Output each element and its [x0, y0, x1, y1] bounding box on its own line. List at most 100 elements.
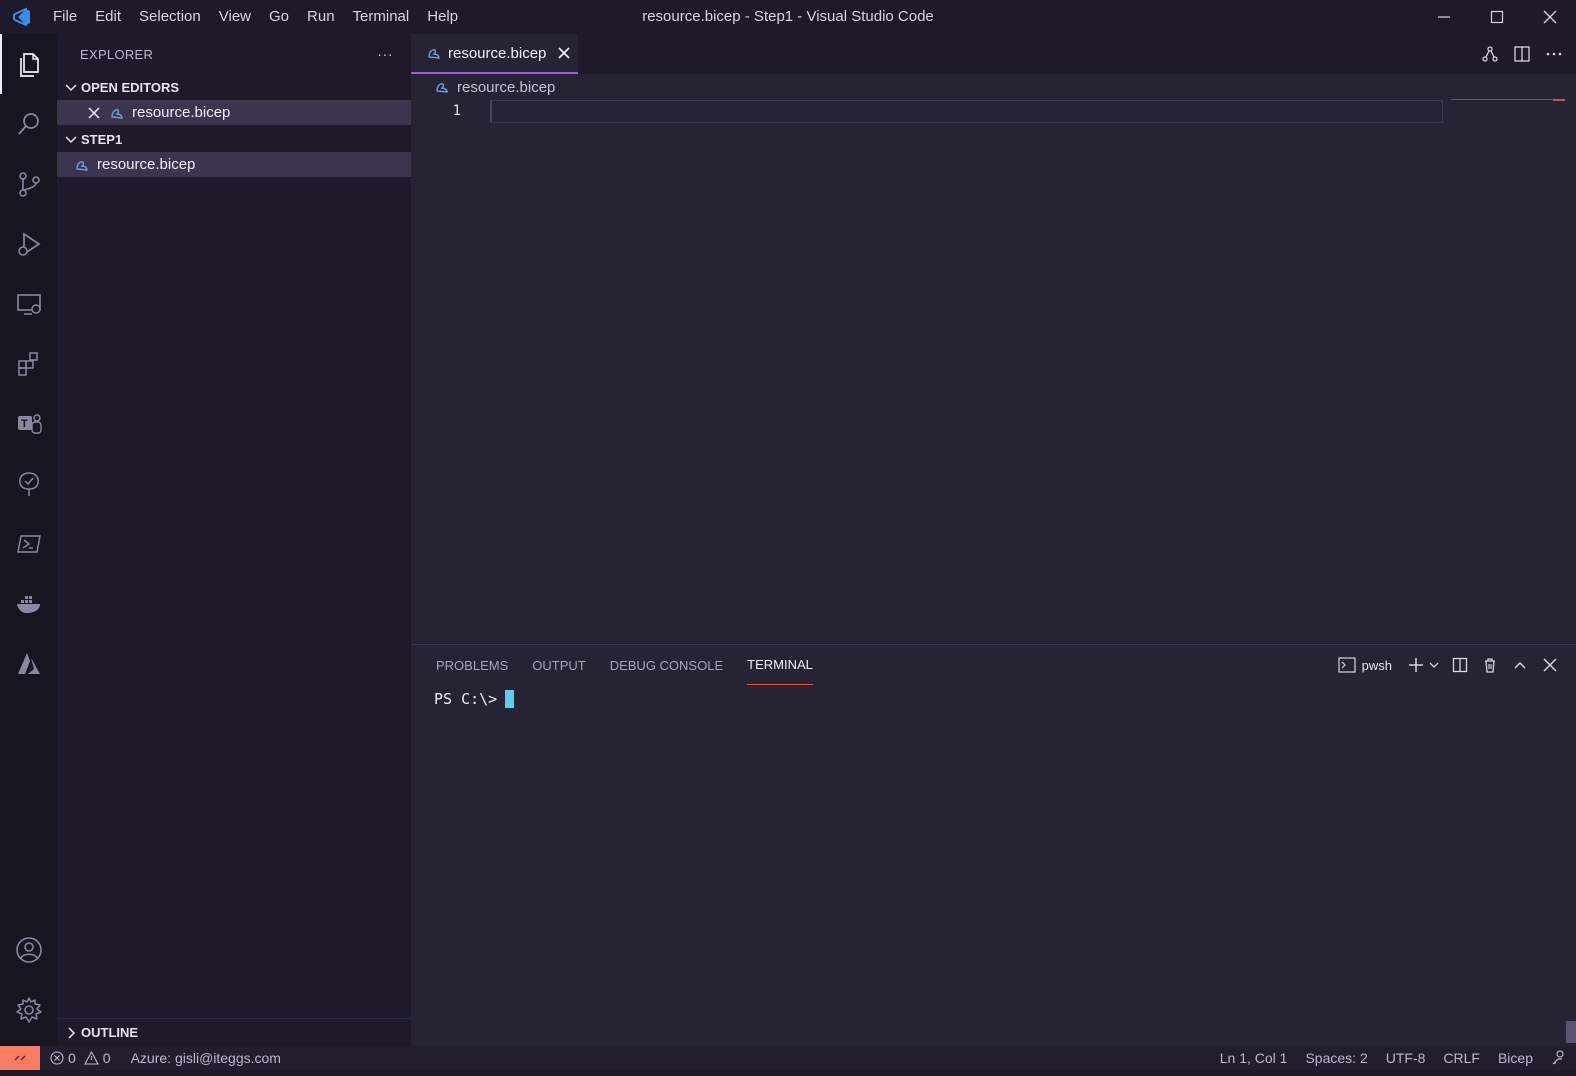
menu-help[interactable]: Help: [418, 0, 467, 34]
bicep-visualizer-icon[interactable]: [0, 454, 57, 514]
tab-debug-console[interactable]: DEBUG CONSOLE: [610, 645, 723, 685]
remote-indicator-button[interactable]: [0, 1046, 40, 1070]
docker-icon[interactable]: [0, 574, 57, 634]
warning-count: 0: [102, 1050, 111, 1066]
editor-tab[interactable]: resource.bicep: [411, 34, 578, 74]
warning-icon: [83, 1051, 99, 1065]
breadcrumb[interactable]: resource.bicep: [411, 74, 1576, 100]
menu-selection[interactable]: Selection: [130, 0, 210, 34]
new-terminal-icon[interactable]: [1406, 655, 1426, 675]
tab-terminal[interactable]: TERMINAL: [747, 645, 813, 685]
explorer-sidebar: EXPLORER ··· OPEN EDITORS resource.bicep…: [57, 34, 411, 1046]
status-left: 0 0 Azure: gisli@iteggs.com: [40, 1046, 281, 1070]
terminal-selector[interactable]: pwsh: [1338, 657, 1392, 673]
folder-section-step1[interactable]: STEP1: [57, 126, 411, 152]
eol-status[interactable]: CRLF: [1434, 1050, 1489, 1066]
bicep-file-icon: [436, 83, 448, 93]
tab-problems[interactable]: PROBLEMS: [436, 645, 508, 685]
file-item[interactable]: resource.bicep: [57, 152, 411, 177]
error-count: 0: [68, 1050, 76, 1066]
problems-status[interactable]: 0 0: [50, 1050, 111, 1066]
menu-run[interactable]: Run: [298, 0, 344, 34]
outline-section[interactable]: OUTLINE: [57, 1018, 411, 1046]
azure-icon[interactable]: [0, 634, 57, 694]
error-icon: [50, 1051, 64, 1065]
vscode-logo-icon: [0, 0, 44, 34]
terminal-cursor: [505, 690, 515, 708]
explorer-header: EXPLORER ···: [57, 34, 411, 74]
close-window-button[interactable]: [1523, 0, 1576, 34]
open-editor-item[interactable]: resource.bicep: [57, 100, 411, 125]
bicep-file-icon: [76, 160, 88, 171]
chevron-down-icon: [65, 136, 77, 144]
svg-text:T: T: [21, 418, 28, 430]
open-editors-section[interactable]: OPEN EDITORS: [57, 74, 411, 100]
language-mode-status[interactable]: Bicep: [1489, 1050, 1542, 1066]
menu-terminal[interactable]: Terminal: [344, 0, 419, 34]
file-label: resource.bicep: [97, 156, 196, 173]
panel-actions: pwsh: [1338, 645, 1560, 685]
terminal-output[interactable]: PS C:\>: [411, 685, 1576, 708]
current-line-highlight[interactable]: [490, 100, 1443, 123]
encoding-status[interactable]: UTF-8: [1377, 1050, 1435, 1066]
extensions-icon[interactable]: [0, 334, 57, 394]
more-actions-icon[interactable]: ···: [377, 46, 393, 63]
more-actions-icon[interactable]: [1544, 44, 1564, 64]
menu-edit[interactable]: Edit: [86, 0, 130, 34]
teams-toolkit-icon[interactable]: T: [0, 394, 57, 454]
run-debug-icon[interactable]: [0, 214, 57, 274]
visualizer-icon[interactable]: [1480, 44, 1500, 64]
feedback-icon[interactable]: [1542, 1049, 1576, 1068]
window-controls: [1417, 0, 1576, 34]
chevron-down-icon[interactable]: [1428, 655, 1440, 675]
minimap[interactable]: [1451, 99, 1553, 100]
menu-bar: File Edit Selection View Go Run Terminal…: [44, 0, 467, 34]
bicep-file-icon: [428, 49, 440, 59]
editor-group: resource.bicep resource.bicep 1: [411, 34, 1576, 644]
editor-actions: [1480, 34, 1564, 74]
maximize-button[interactable]: [1470, 0, 1523, 34]
menu-go[interactable]: Go: [260, 0, 298, 34]
explorer-activity-icon[interactable]: [0, 34, 57, 94]
indentation-status[interactable]: Spaces: 2: [1296, 1050, 1376, 1066]
split-editor-icon[interactable]: [1512, 44, 1532, 64]
menu-view[interactable]: View: [210, 0, 260, 34]
close-icon[interactable]: [87, 106, 101, 120]
azure-account-status[interactable]: Azure: gisli@iteggs.com: [131, 1050, 281, 1066]
search-activity-icon[interactable]: [0, 94, 57, 154]
cursor-position-status[interactable]: Ln 1, Col 1: [1211, 1050, 1297, 1066]
line-number: 1: [452, 103, 461, 119]
accounts-icon[interactable]: [0, 920, 57, 980]
chevron-down-icon: [65, 84, 77, 92]
menu-file[interactable]: File: [44, 0, 86, 34]
trash-icon[interactable]: [1480, 655, 1500, 675]
terminal-icon: [1338, 657, 1356, 673]
bottom-panel: PROBLEMS OUTPUT DEBUG CONSOLE TERMINAL p…: [411, 644, 1576, 1046]
tab-close-icon[interactable]: [556, 45, 572, 61]
activity-bar: T: [0, 34, 57, 1046]
remote-explorer-icon[interactable]: [0, 274, 57, 334]
bicep-file-icon: [111, 108, 123, 119]
terminal-scrollbar[interactable]: [1566, 1021, 1576, 1043]
editor-tab-bar: resource.bicep: [411, 34, 1576, 74]
minimize-button[interactable]: [1417, 0, 1470, 34]
powershell-icon[interactable]: [0, 514, 57, 574]
terminal-name: pwsh: [1361, 657, 1392, 673]
settings-gear-icon[interactable]: [0, 980, 57, 1040]
source-control-icon[interactable]: [0, 154, 57, 214]
tab-output[interactable]: OUTPUT: [532, 645, 585, 685]
status-bar: 0 0 Azure: gisli@iteggs.com Ln 1, Col 1 …: [0, 1046, 1576, 1076]
close-panel-icon[interactable]: [1540, 655, 1560, 675]
breadcrumb-file[interactable]: resource.bicep: [457, 79, 555, 96]
status-right: Ln 1, Col 1 Spaces: 2 UTF-8 CRLF Bicep: [1211, 1046, 1576, 1070]
chevron-right-icon: [68, 1026, 76, 1039]
open-editor-label: resource.bicep: [132, 104, 231, 121]
open-editors-label: OPEN EDITORS: [81, 79, 180, 95]
terminal-prompt: PS C:\>: [434, 690, 498, 708]
remote-icon: [14, 1055, 26, 1061]
explorer-title: EXPLORER: [80, 46, 154, 62]
code-editor[interactable]: 1: [411, 99, 1576, 644]
title-bar: File Edit Selection View Go Run Terminal…: [0, 0, 1576, 34]
chevron-up-icon[interactable]: [1510, 655, 1530, 675]
split-terminal-icon[interactable]: [1450, 655, 1470, 675]
